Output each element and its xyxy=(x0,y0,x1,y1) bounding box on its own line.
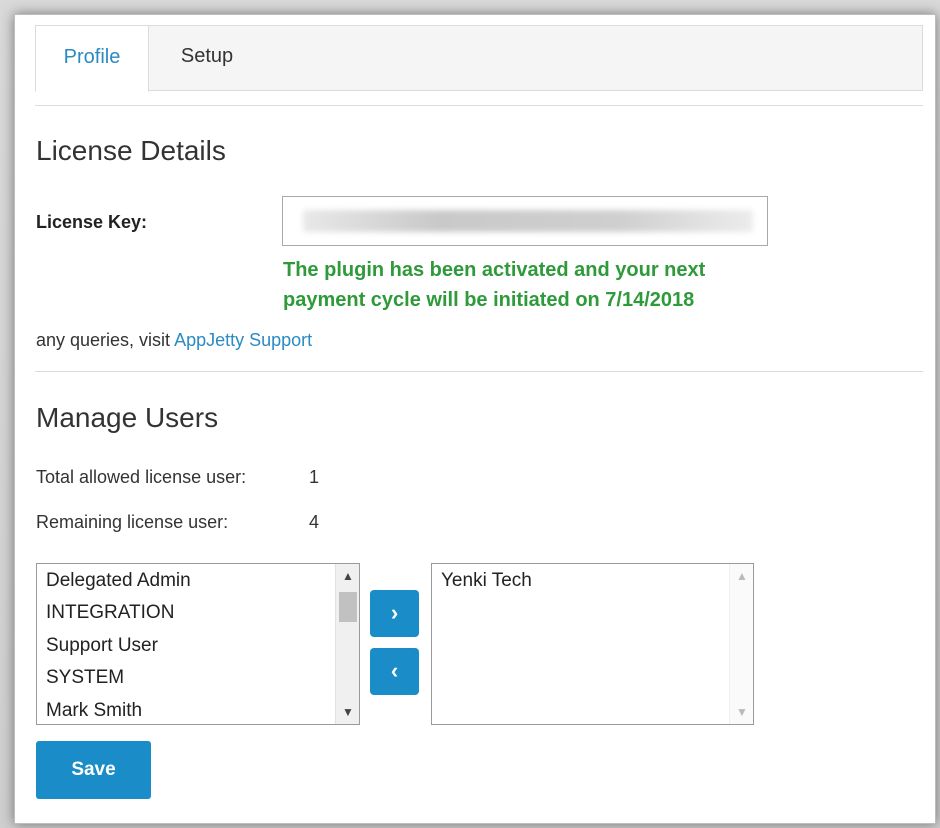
list-item[interactable]: INTEGRATION xyxy=(46,602,174,624)
list-item[interactable]: Mark Smith xyxy=(46,700,142,722)
scroll-down-icon[interactable]: ▼ xyxy=(730,702,753,722)
selected-users-scrollbar[interactable]: ▲ ▼ xyxy=(729,564,753,724)
divider xyxy=(35,105,923,106)
list-item[interactable]: Support User xyxy=(46,635,158,657)
scroll-up-icon[interactable]: ▲ xyxy=(730,566,753,586)
divider xyxy=(35,371,923,372)
total-license-users-label: Total allowed license user: xyxy=(36,467,247,487)
save-button[interactable]: Save xyxy=(36,741,151,799)
tab-bar: Profile Setup xyxy=(35,25,923,92)
activation-status-line-2: payment cycle will be initiated on 7/14/… xyxy=(283,289,695,311)
manage-users-heading: Manage Users xyxy=(36,402,219,433)
available-users-list[interactable]: Delegated Admin INTEGRATION Support User… xyxy=(36,563,360,725)
support-query-text: any queries, visit AppJetty Support xyxy=(36,330,312,351)
chevron-right-icon: › xyxy=(390,600,399,625)
scroll-thumb[interactable] xyxy=(339,592,357,622)
license-key-label: License Key: xyxy=(36,212,148,232)
list-item[interactable]: SYSTEM xyxy=(46,667,124,689)
total-license-users-value: 1 xyxy=(309,467,320,487)
list-item[interactable]: Delegated Admin xyxy=(46,570,191,592)
tab-profile[interactable]: Profile xyxy=(35,25,149,92)
scroll-down-icon[interactable]: ▼ xyxy=(336,702,359,722)
activation-status-message: The plugin has been activated and your n… xyxy=(283,255,843,315)
remaining-license-users: Remaining license user: 4 xyxy=(36,512,319,533)
appjetty-support-link[interactable]: AppJetty Support xyxy=(174,330,312,350)
license-key-input[interactable] xyxy=(282,196,768,246)
support-query-prefix: any queries, visit xyxy=(36,330,175,350)
scroll-up-icon[interactable]: ▲ xyxy=(336,566,359,586)
license-key-obscured-value xyxy=(303,210,753,232)
chevron-left-icon: ‹ xyxy=(390,658,399,683)
settings-panel: Profile Setup License Details License Ke… xyxy=(14,14,936,824)
selected-users-list[interactable]: Yenki Tech ▲ ▼ xyxy=(431,563,754,725)
activation-status-line-1: The plugin has been activated and your n… xyxy=(283,259,706,281)
move-right-button[interactable]: › xyxy=(370,590,419,637)
total-license-users: Total allowed license user: 1 xyxy=(36,467,319,488)
license-details-heading: License Details xyxy=(36,135,226,166)
available-users-scrollbar[interactable]: ▲ ▼ xyxy=(335,564,359,724)
remaining-license-users-value: 4 xyxy=(309,512,320,532)
tab-setup[interactable]: Setup xyxy=(162,25,252,91)
move-left-button[interactable]: ‹ xyxy=(370,648,419,695)
remaining-license-users-label: Remaining license user: xyxy=(36,512,229,532)
list-item[interactable]: Yenki Tech xyxy=(441,570,532,592)
